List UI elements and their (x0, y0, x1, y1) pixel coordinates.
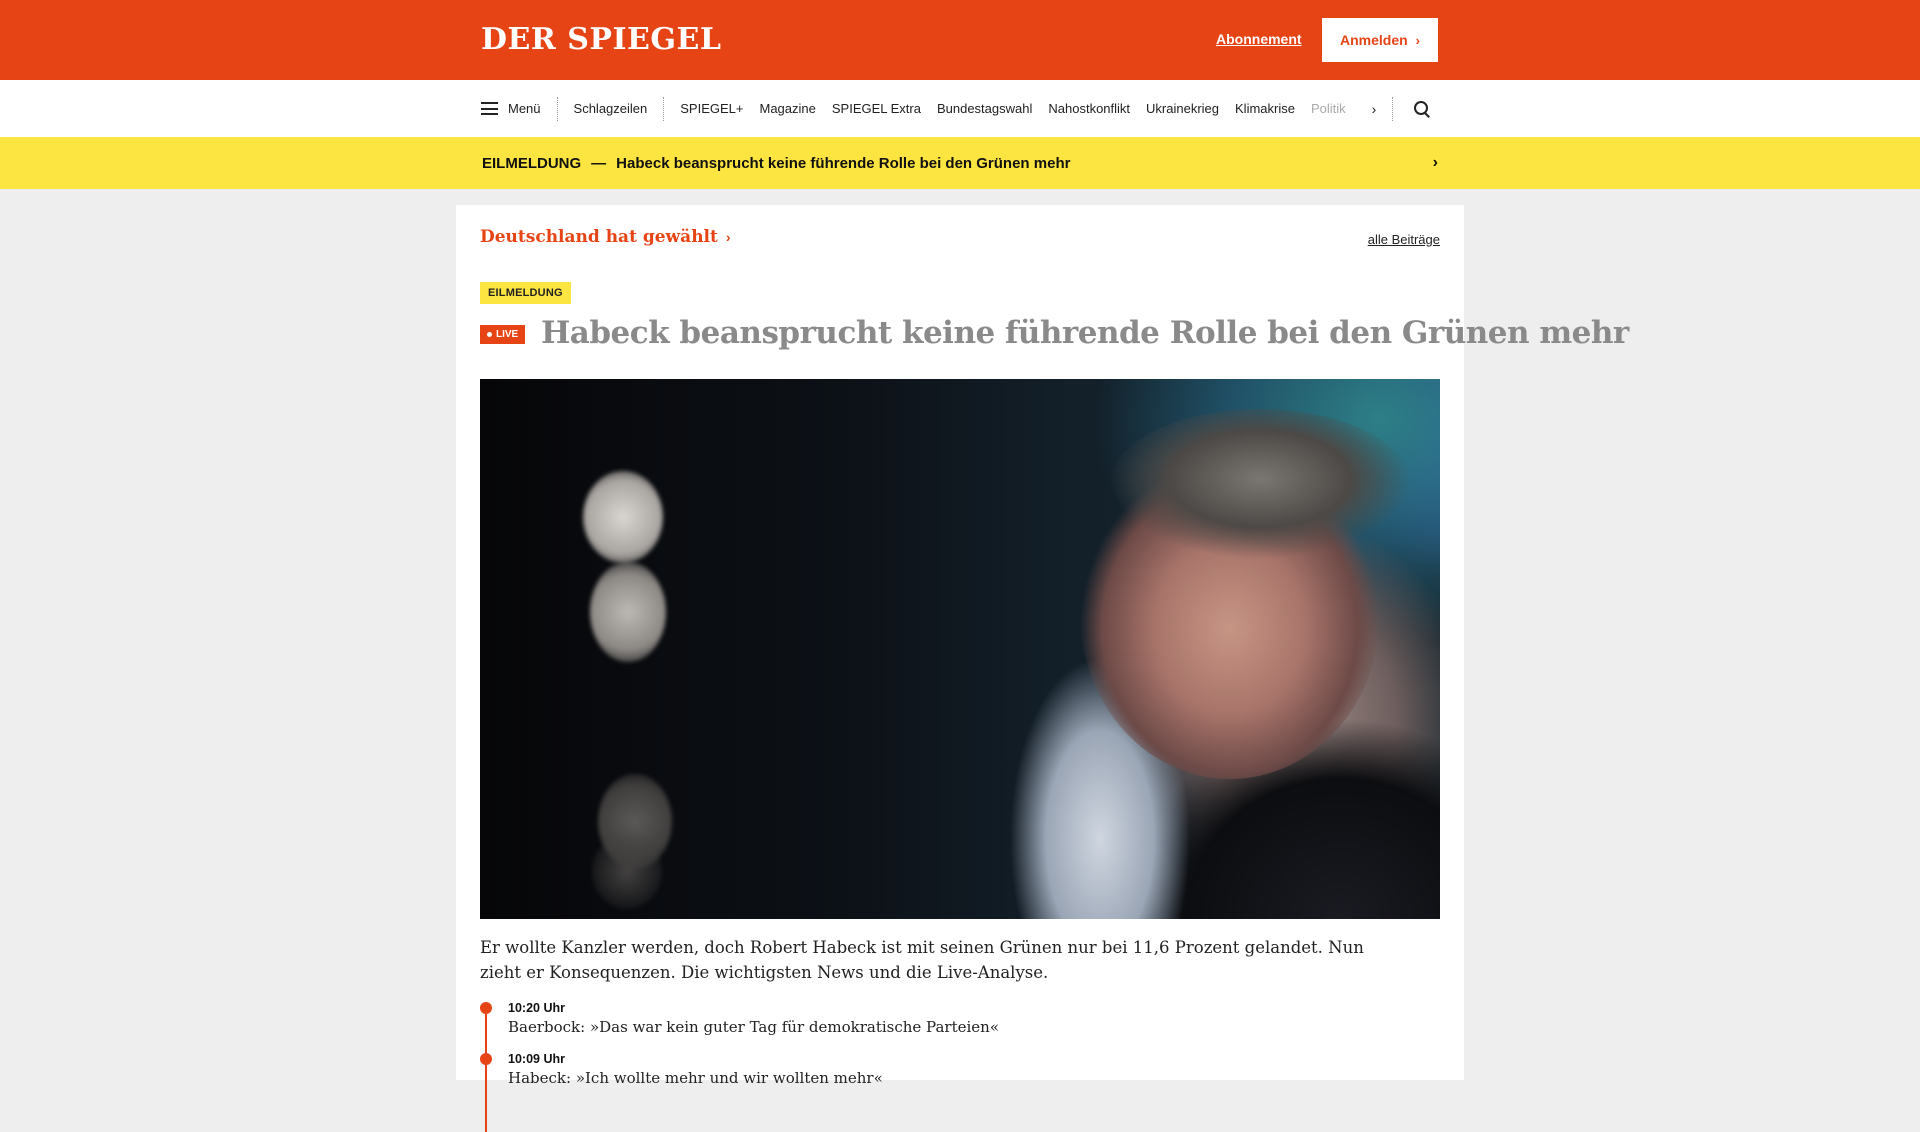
breaking-news-bar[interactable]: EILMELDUNG — Habeck beansprucht keine fü… (0, 137, 1920, 189)
timeline-time: 10:20 Uhr (508, 1001, 565, 1015)
timeline-text: Habeck: »Ich wollte mehr und wir wollten… (508, 1069, 883, 1087)
nav-divider (556, 96, 558, 121)
timeline-text: Baerbock: »Das war kein guter Tag für de… (508, 1018, 1000, 1036)
top-bar: DER SPIEGEL Abonnement Anmelden › (0, 0, 1920, 80)
live-dot-icon (487, 332, 492, 337)
nav-item-nahostkonflikt[interactable]: Nahostkonflikt (1048, 101, 1130, 116)
nav-item-bundestagswahl[interactable]: Bundestagswahl (937, 101, 1032, 116)
section-link[interactable]: Deutschland hat gewählt › (480, 227, 731, 247)
nav-item-politik[interactable]: Politik (1311, 101, 1346, 116)
hamburger-icon (481, 102, 498, 115)
chevron-right-icon: › (725, 229, 731, 245)
live-badge: LIVE (480, 325, 526, 344)
live-timeline: 10:20 Uhr Baerbock: »Das war kein guter … (480, 1000, 1380, 1132)
breaking-text: Habeck beansprucht keine führende Rolle … (616, 154, 1071, 172)
login-label: Anmelden (1339, 32, 1408, 48)
timeline-dot-icon (480, 1053, 492, 1065)
breaking-badge: EILMELDUNG (480, 282, 571, 304)
menu-label: Menü (508, 101, 541, 116)
live-label: LIVE (496, 329, 519, 340)
chevron-right-icon: › (1432, 154, 1438, 171)
nav-item-headlines[interactable]: Schlagzeilen (574, 101, 648, 116)
article-card: Deutschland hat gewählt › alle Beiträge E… (456, 205, 1629, 1132)
timeline-entry[interactable]: 10:09 Uhr Habeck: »Ich wollte mehr und w… (480, 1051, 1380, 1088)
article-headline[interactable]: Habeck beansprucht keine führende Rolle … (541, 315, 1629, 351)
chevron-right-icon: › (1415, 32, 1421, 48)
nav-divider (1392, 96, 1394, 121)
section-title: Deutschland hat gewählt (480, 227, 718, 247)
article-teaser: Er wollte Kanzler werden, doch Robert Ha… (480, 938, 1364, 982)
nav-item-magazine[interactable]: Magazine (759, 101, 815, 116)
nav-item-ukrainekrieg[interactable]: Ukrainekrieg (1146, 101, 1219, 116)
search-icon[interactable] (1413, 100, 1431, 118)
menu-button[interactable]: Menü (481, 101, 541, 116)
all-posts-link[interactable]: alle Beiträge (1368, 232, 1440, 247)
timeline-dot-icon (480, 1002, 492, 1014)
hero-image[interactable] (480, 379, 1440, 919)
timeline-time: 10:09 Uhr (508, 1052, 565, 1066)
login-button[interactable]: Anmelden › (1322, 18, 1438, 62)
spiegel-logo[interactable]: DER SPIEGEL (481, 22, 721, 57)
breaking-label: EILMELDUNG (482, 154, 582, 172)
breaking-dash: — (591, 154, 607, 172)
main-navigation: Menü Schlagzeilen SPIEGEL+ Magazine SPIE… (0, 80, 1920, 137)
nav-divider (663, 96, 665, 121)
nav-item-spiegel-plus[interactable]: SPIEGEL+ (680, 101, 743, 116)
nav-item-spiegel-extra[interactable]: SPIEGEL Extra (832, 101, 921, 116)
chevron-right-icon[interactable]: › (1372, 101, 1377, 117)
timeline-entry[interactable]: 10:20 Uhr Baerbock: »Das war kein guter … (480, 1000, 1380, 1037)
subscription-link[interactable]: Abonnement (1216, 31, 1302, 47)
nav-item-klimakrise[interactable]: Klimakrise (1235, 101, 1295, 116)
